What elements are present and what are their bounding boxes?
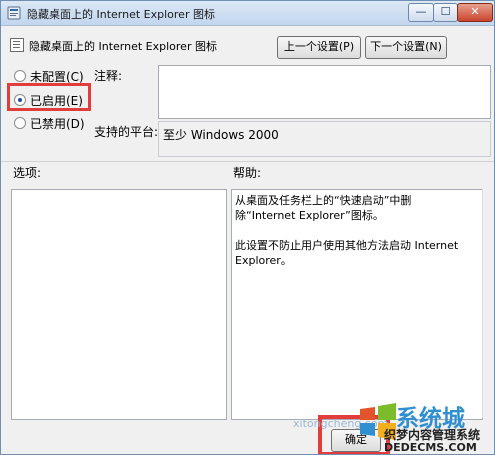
comment-textarea[interactable] <box>158 65 491 119</box>
close-button[interactable]: ✕ <box>457 3 493 22</box>
options-pane[interactable] <box>11 189 227 420</box>
previous-setting-button[interactable]: 上一个设置(P) <box>277 36 361 59</box>
maximize-button[interactable]: ☐ <box>433 3 458 22</box>
group-policy-icon <box>7 6 21 20</box>
help-paragraph: 此设置不防止用户使用其他方法启动 Internet Explorer。 <box>235 239 459 267</box>
policy-editor-window: 隐藏桌面上的 Internet Explorer 图标 — ☐ ✕ 隐藏桌面上的… <box>0 0 495 455</box>
options-label: 选项: <box>13 166 42 180</box>
next-setting-button[interactable]: 下一个设置(N) <box>365 36 447 59</box>
supported-platform-field: 至少 Windows 2000 <box>158 121 491 157</box>
supported-platform-value: 至少 Windows 2000 <box>163 128 279 142</box>
window-title: 隐藏桌面上的 Internet Explorer 图标 <box>27 8 215 21</box>
policy-name: 隐藏桌面上的 Internet Explorer 图标 <box>29 40 217 53</box>
minimize-button[interactable]: — <box>408 3 434 22</box>
radio-disabled-label: 已禁用(D) <box>30 117 85 131</box>
radio-disabled-circle[interactable] <box>14 117 26 129</box>
watermark-line2: DEDECMS.COM <box>384 441 477 454</box>
watermark: 系统城 织梦内容管理系统 DEDECMS.COM <box>356 399 494 454</box>
help-label: 帮助: <box>233 166 262 180</box>
help-pane[interactable]: 从桌面及任务栏上的“快速启动”中删除“Internet Explorer”图标。… <box>231 189 483 420</box>
help-paragraph: 从桌面及任务栏上的“快速启动”中删除“Internet Explorer”图标。 <box>235 194 412 222</box>
radio-not-configured-circle[interactable] <box>14 70 26 82</box>
title-bar[interactable]: 隐藏桌面上的 Internet Explorer 图标 — ☐ ✕ <box>1 1 494 26</box>
section-divider <box>1 161 494 162</box>
comment-label: 注释: <box>94 69 123 83</box>
supported-platform-label: 支持的平台: <box>94 125 159 139</box>
policy-setting-icon <box>10 38 24 52</box>
help-scrollbar[interactable] <box>482 189 494 418</box>
enabled-highlight-box <box>7 83 91 111</box>
